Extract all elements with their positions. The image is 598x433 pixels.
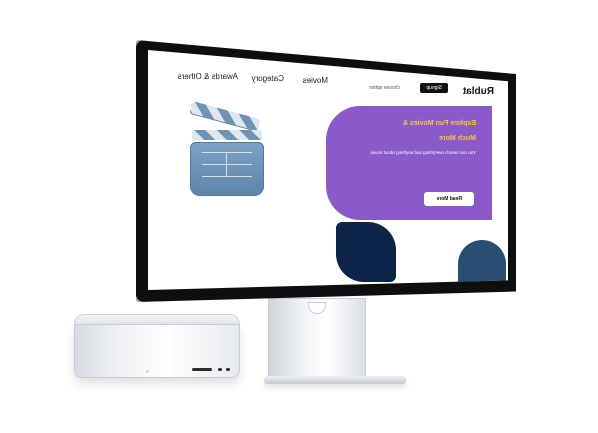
mac-studio-front: [74, 324, 240, 378]
nav-link-movies[interactable]: Movies: [303, 76, 328, 85]
sd-card-slot: [218, 368, 222, 371]
clapper-body: [190, 142, 264, 196]
hero-title-line-2: Much More: [439, 135, 476, 142]
clapper-lines: [202, 152, 252, 182]
monitor-stand-base: [264, 376, 406, 384]
monitor-screen: Rublat Signup choose option Movies Categ…: [148, 50, 508, 290]
power-led: [146, 370, 149, 373]
hero-panel: Explore Fun Movies & Much More You can s…: [326, 106, 492, 220]
hero-title-line-1: Explore Fun Movies &: [402, 120, 476, 127]
website-preview: Rublat Signup choose option Movies Categ…: [148, 50, 508, 290]
read-more-button[interactable]: Read More: [424, 192, 474, 206]
cable-hole: [308, 302, 326, 314]
nav-link-awards-others[interactable]: Awards & Others: [178, 72, 238, 81]
mac-studio: [74, 314, 240, 380]
decor-blob-center: [336, 222, 396, 282]
hero-subtitle: You can search everything and anything a…: [370, 150, 476, 155]
monitor-stand: [268, 298, 366, 380]
headphone-jack: [226, 368, 230, 371]
clapper-bottom-arm: [192, 130, 262, 140]
clapperboard-icon: [186, 101, 268, 206]
site-logo: Rublat: [462, 86, 494, 97]
product-mockup-scene: Rublat Signup choose option Movies Categ…: [0, 0, 598, 433]
usb-port: [192, 368, 212, 371]
clapper-top-arm: [189, 101, 261, 131]
nav-link-category[interactable]: Category: [252, 74, 284, 83]
